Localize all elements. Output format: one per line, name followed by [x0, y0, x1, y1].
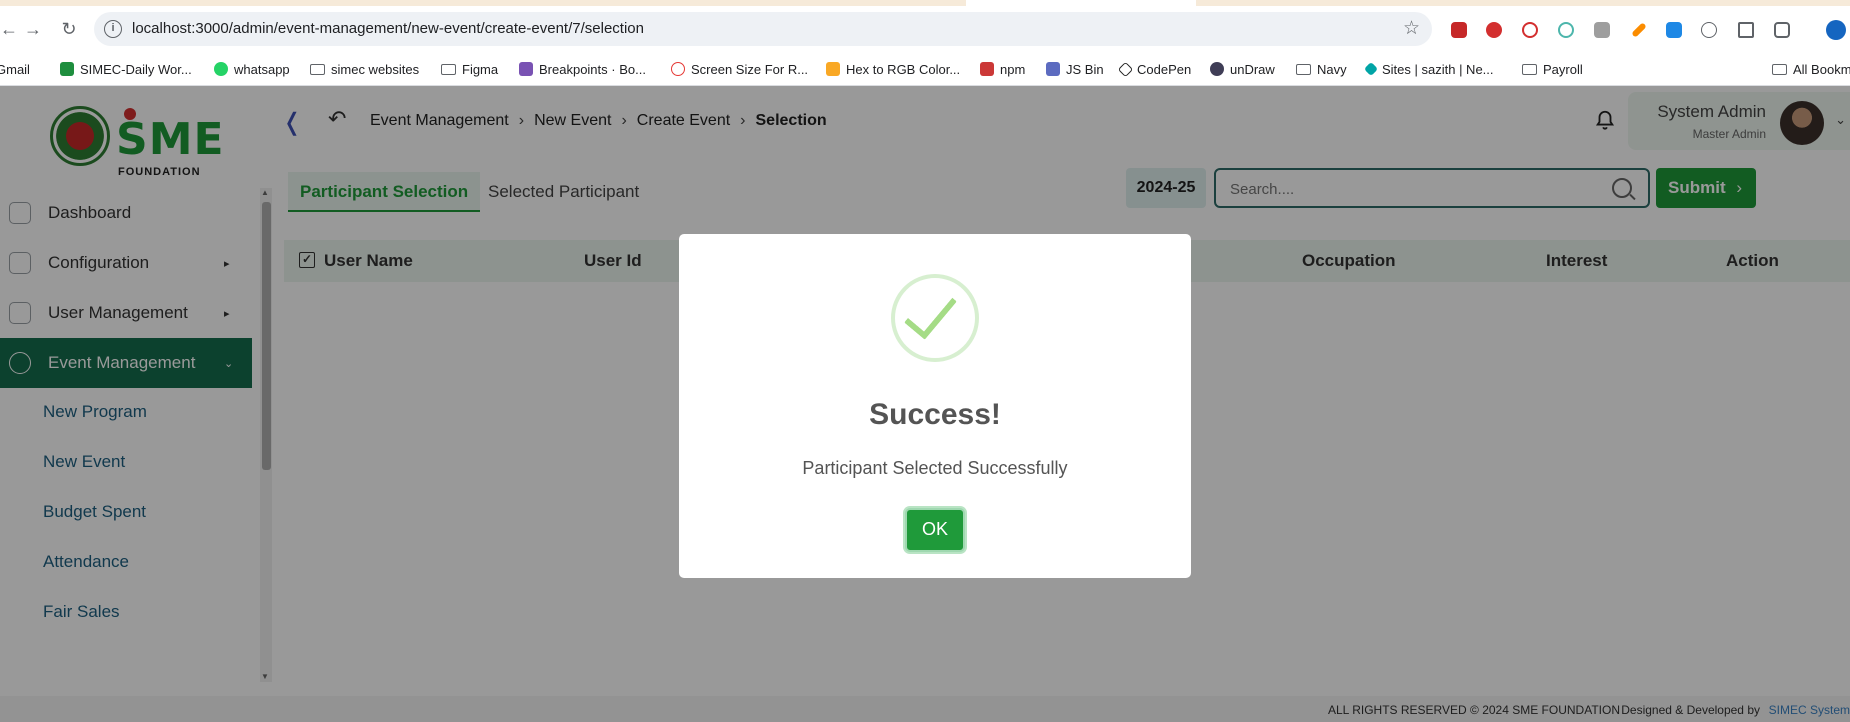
npm-icon: [980, 62, 994, 76]
undraw-icon: [1210, 62, 1224, 76]
bookmarks-bar: Gmail SIMEC-Daily Wor... whatsapp simec …: [0, 52, 1850, 86]
bookmark-sites[interactable]: Sites | sazith | Ne...: [1363, 59, 1494, 79]
globe-icon: [671, 62, 685, 76]
reload-icon[interactable]: ↻: [58, 18, 80, 40]
sheet-icon: [60, 62, 74, 76]
bootstrap-icon: [519, 62, 533, 76]
extension-icon[interactable]: [1522, 22, 1538, 38]
site-info-icon[interactable]: i: [104, 20, 122, 38]
sites-icon: [1363, 61, 1379, 77]
modal-message: Participant Selected Successfully: [802, 458, 1068, 478]
modal-title: Success!: [869, 398, 1001, 431]
folder-icon: [441, 63, 456, 75]
folder-icon: [310, 63, 325, 75]
bookmark-codepen[interactable]: CodePen: [1117, 59, 1191, 79]
camera-icon[interactable]: [1594, 22, 1610, 38]
success-check-icon: [891, 274, 979, 362]
bookmark-payroll[interactable]: Payroll: [1522, 59, 1583, 79]
jsbin-icon: [1046, 62, 1060, 76]
check-mark: [904, 284, 957, 340]
extension-icon[interactable]: [1666, 22, 1682, 38]
extension-icon[interactable]: [1451, 22, 1467, 38]
extension-icon[interactable]: [1486, 22, 1502, 38]
forward-arrow-icon[interactable]: →: [22, 18, 44, 40]
bookmark-navy[interactable]: Navy: [1296, 59, 1347, 79]
url-text[interactable]: localhost:3000/admin/event-management/ne…: [132, 20, 644, 37]
bookmark-jsbin[interactable]: JS Bin: [1046, 59, 1104, 79]
address-bar[interactable]: i localhost:3000/admin/event-management/…: [94, 12, 1432, 46]
ok-button[interactable]: OK: [905, 508, 965, 552]
bookmark-breakpoints[interactable]: Breakpoints · Bo...: [519, 59, 646, 79]
browser-toolbar: ← → ↻ i localhost:3000/admin/event-manag…: [0, 6, 1850, 52]
bookmark-undraw[interactable]: unDraw: [1210, 59, 1275, 79]
bookmark-simec-websites[interactable]: simec websites: [310, 59, 419, 79]
bookmark-whatsapp[interactable]: whatsapp: [214, 59, 290, 79]
bookmark-all-bookmarks[interactable]: All Bookm: [1772, 59, 1850, 79]
bookmark-hex-to-rgb[interactable]: Hex to RGB Color...: [826, 59, 960, 79]
r-icon: [826, 62, 840, 76]
extension-icon[interactable]: [1558, 22, 1574, 38]
bookmark-screen-size[interactable]: Screen Size For R...: [671, 59, 808, 79]
extensions-puzzle-icon[interactable]: [1774, 22, 1790, 38]
picture-in-picture-icon[interactable]: [1738, 22, 1754, 38]
globe-icon[interactable]: [1701, 22, 1717, 38]
success-modal: Success! Participant Selected Successful…: [679, 234, 1191, 578]
codepen-icon: [1117, 61, 1134, 77]
bookmark-simec-daily[interactable]: SIMEC-Daily Wor...: [60, 59, 192, 79]
bookmark-star-icon[interactable]: ☆: [1403, 17, 1420, 40]
color-picker-icon[interactable]: [1631, 22, 1647, 38]
folder-icon: [1772, 63, 1787, 75]
back-arrow-icon[interactable]: ←: [0, 18, 20, 40]
bookmark-figma[interactable]: Figma: [441, 59, 498, 79]
folder-icon: [1522, 63, 1537, 75]
bookmark-npm[interactable]: npm: [980, 59, 1025, 79]
bookmark-gmail[interactable]: Gmail: [0, 59, 30, 79]
profile-avatar[interactable]: [1826, 20, 1846, 40]
folder-icon: [1296, 63, 1311, 75]
whatsapp-icon: [214, 62, 228, 76]
